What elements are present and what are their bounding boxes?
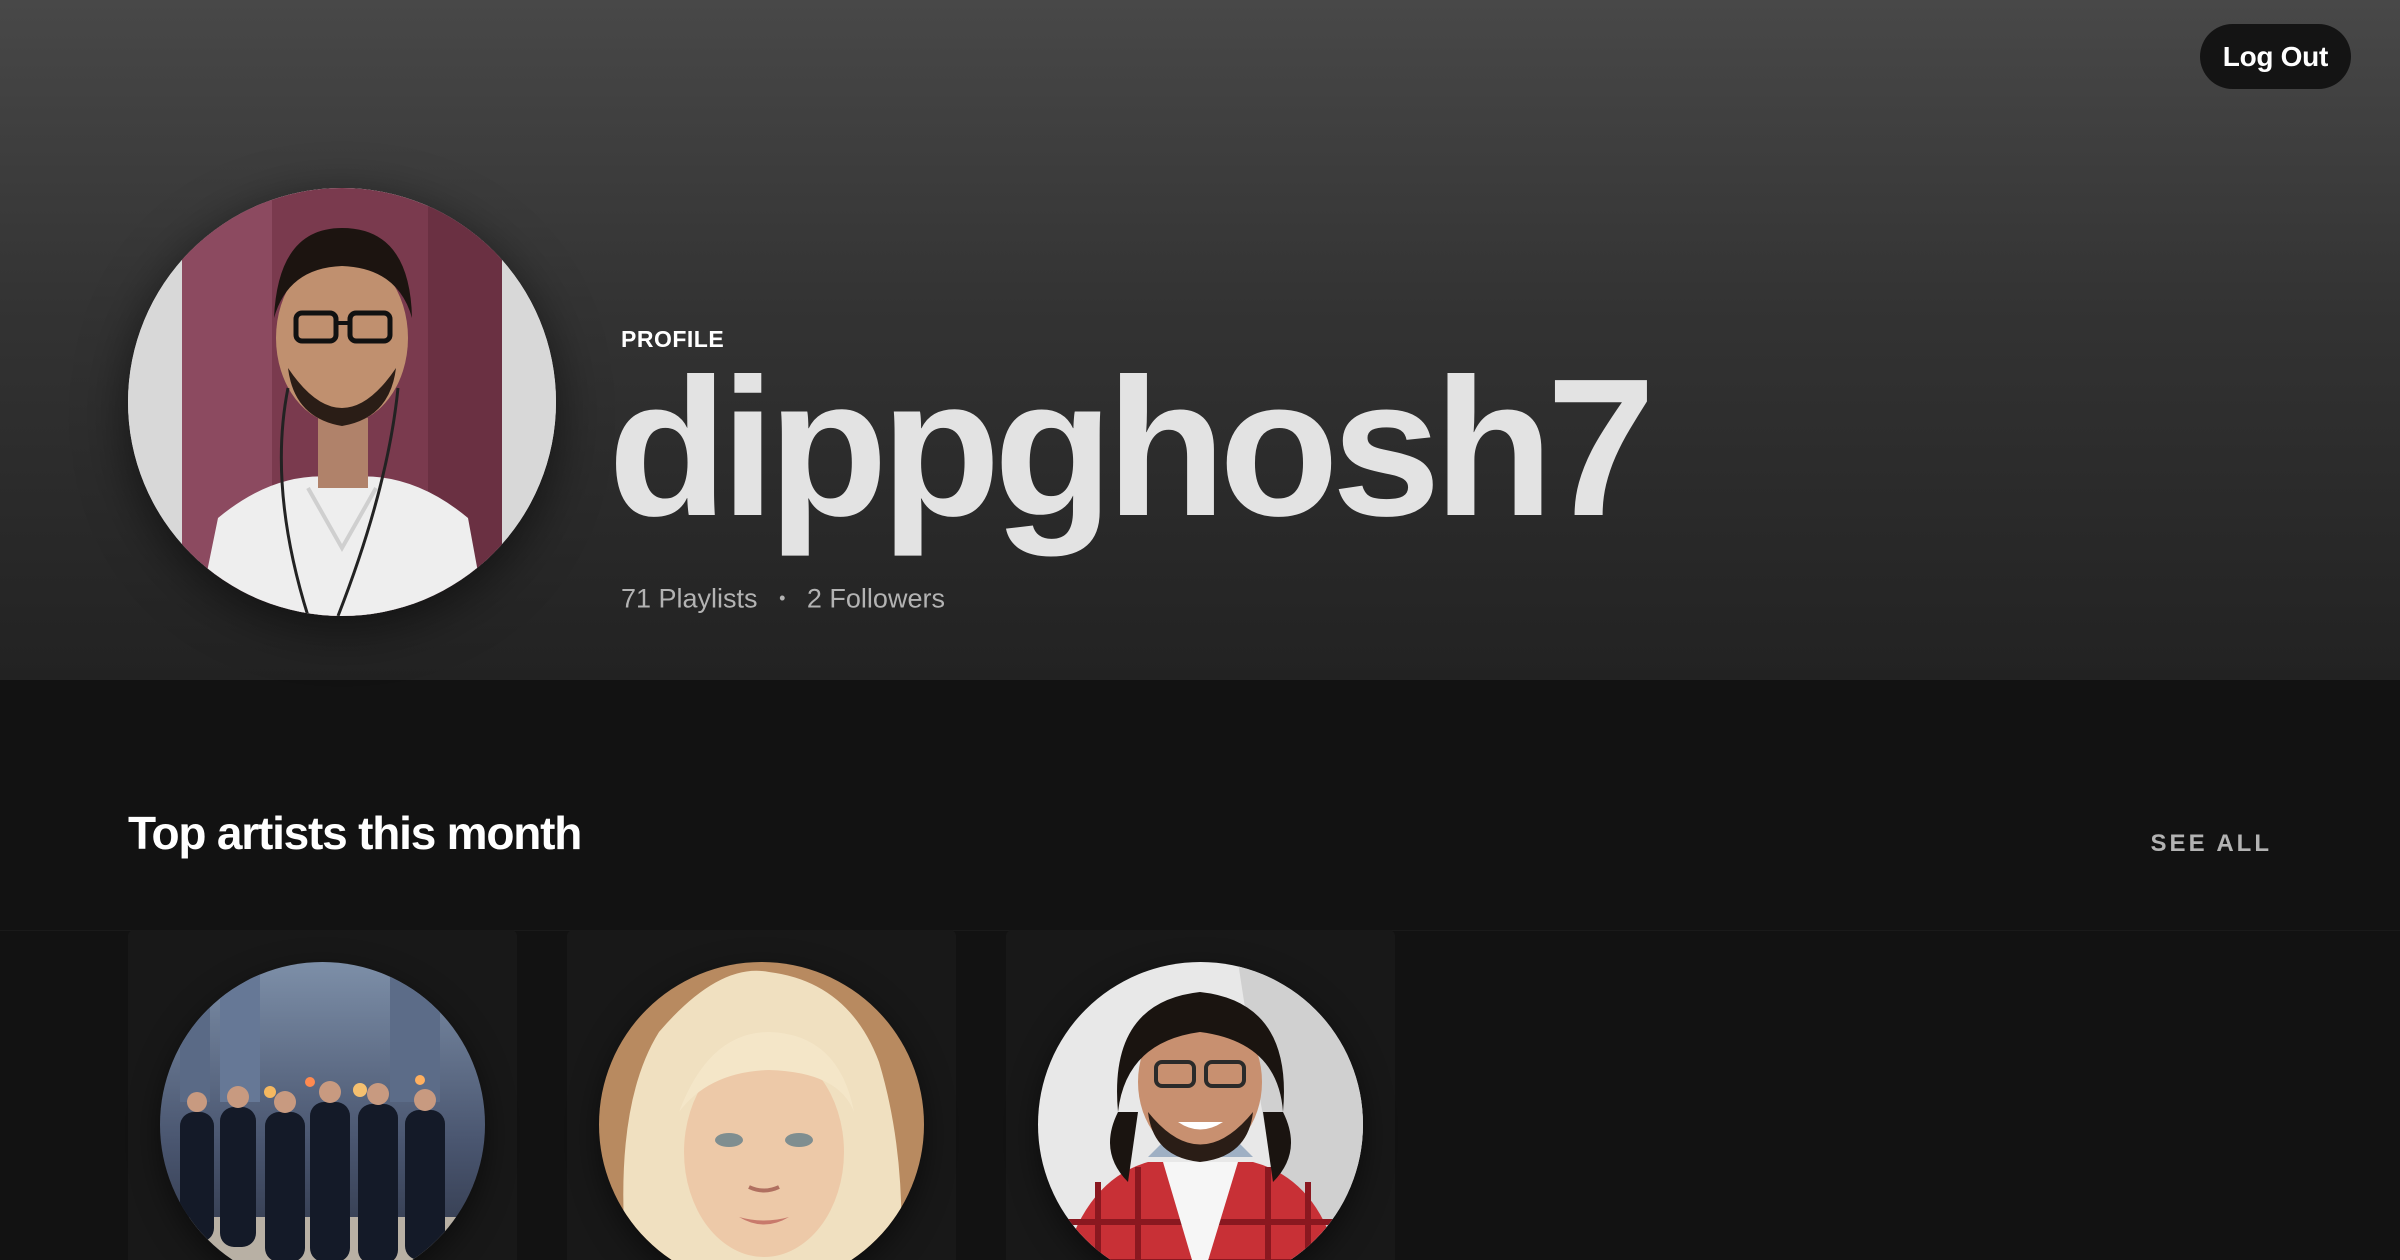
page-title: dippghosh7 [608, 338, 1656, 557]
artist-image [599, 962, 924, 1260]
artist-card[interactable] [1006, 930, 1395, 1260]
profile-page: Log Out PROFILE dippghosh7 71 Playlists … [0, 0, 2400, 1260]
blonde-portrait [599, 962, 924, 1260]
section-title-top-artists: Top artists this month [128, 807, 582, 859]
profile-stats: 71 Playlists • 2 Followers [621, 582, 945, 614]
artist-card[interactable] [128, 930, 517, 1260]
see-all-link[interactable]: SEE ALL [2151, 830, 2272, 858]
stat-separator: • [779, 588, 786, 609]
logout-button[interactable]: Log Out [2199, 24, 2351, 89]
artist-image [160, 962, 485, 1260]
man-plaid-shirt-portrait [1038, 962, 1363, 1260]
artist-card-row [128, 930, 1395, 1260]
followers-count[interactable]: 2 Followers [807, 583, 945, 613]
playlists-count[interactable]: 71 Playlists [621, 583, 758, 613]
artist-card[interactable] [567, 930, 956, 1260]
avatar [128, 188, 556, 616]
profile-header: Log Out PROFILE dippghosh7 71 Playlists … [0, 0, 2400, 680]
avatar-image [128, 188, 556, 616]
artist-image [1038, 962, 1363, 1260]
band-photo [160, 962, 485, 1260]
